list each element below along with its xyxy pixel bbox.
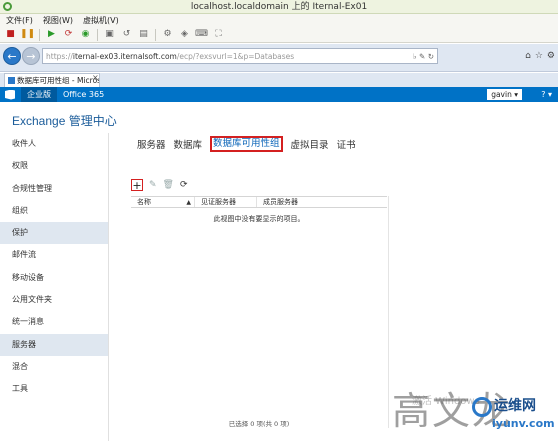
sidebar-item-servers[interactable]: 服务器 (0, 333, 108, 356)
settings-icon[interactable]: ⚙ (161, 29, 174, 41)
enterprise-link[interactable]: 企业版 (21, 87, 57, 102)
sidebar-item-protection[interactable]: 保护 (0, 222, 108, 245)
refresh-icon[interactable]: ⟳ (62, 29, 75, 41)
url-path: /ecp/?exsvurl=1&p=Databases (176, 51, 295, 61)
sidebar-item-unified-messaging[interactable]: 统一消息 (0, 311, 108, 333)
sidebar-item-recipients[interactable]: 收件人 (0, 133, 108, 155)
sidebar: 收件人 权限 合规性管理 组织 保护 邮件流 移动设备 公用文件夹 统一消息 服… (0, 133, 108, 433)
home-icon[interactable]: ⌂ (525, 51, 531, 61)
grid-toolbar: + ✎ 🗑 ⟳ (131, 179, 188, 191)
revert-icon[interactable]: ↺ (120, 29, 133, 41)
column-name[interactable]: 名称 ▲ (131, 197, 195, 207)
column-witness-server[interactable]: 见证服务器 (195, 197, 257, 207)
forward-arrow-icon[interactable]: → (22, 47, 40, 65)
url-input[interactable]: https://iternal-ex03.iternalsoft.com/ecp… (42, 48, 438, 64)
vm-toolbar: ■ ❚❚ ▶ ⟳ ◉ ▣ ↺ ▤ ⚙ ◈ ⌨ ⛶ (0, 27, 558, 43)
sort-ascending-icon: ▲ (186, 199, 191, 206)
sidebar-item-permissions[interactable]: 权限 (0, 155, 108, 177)
refresh-icon[interactable]: ⟳ (180, 180, 188, 190)
selection-status: 已选择 0 项(共 0 项) (228, 420, 290, 428)
user-menu[interactable]: gavin ▾ (487, 89, 522, 100)
url-host: iternal-ex03.iternalsoft.com (72, 51, 177, 61)
menu-vm[interactable]: 虚拟机(V) (83, 15, 119, 26)
tab-virtual-directories[interactable]: 虚拟目录 (291, 137, 329, 151)
sidebar-item-compliance[interactable]: 合规性管理 (0, 178, 108, 200)
site-logo-en: iyunv.com (492, 417, 555, 430)
tab-title: 数据库可用性组 - Microso... (17, 76, 99, 85)
tab-databases[interactable]: 数据库 (174, 137, 203, 151)
menu-file[interactable]: 文件(F) (6, 15, 33, 26)
o365-top-bar: 企业版 Office 365 gavin ▾ ? ▾ (0, 87, 558, 102)
dag-grid: 名称 ▲ 见证服务器 成员服务器 此视图中没有要显示的项目。 (131, 196, 387, 428)
sidebar-item-public-folders[interactable]: 公用文件夹 (0, 289, 108, 311)
delete-trash-icon[interactable]: 🗑 (163, 180, 174, 190)
office-logo-icon (5, 89, 15, 100)
tag-icon[interactable]: ◈ (178, 29, 191, 41)
page-title: Exchange 管理中心 (12, 114, 117, 128)
tab-dag[interactable]: 数据库可用性组 (210, 136, 283, 152)
toolbar-divider (97, 28, 98, 41)
sidebar-item-mobile[interactable]: 移动设备 (0, 267, 108, 289)
vm-window-title: localhost.localdomain 上的 Iternal-Ex01 (190, 2, 368, 12)
vm-menu-bar: 文件(F) 视图(W) 虚拟机(V) (0, 14, 558, 27)
play-icon[interactable]: ▶ (45, 29, 58, 41)
browser-address-bar: ← → https://iternal-ex03.iternalsoft.com… (0, 44, 558, 72)
stop-icon[interactable]: ■ (4, 29, 17, 41)
add-icon[interactable]: + (131, 179, 143, 191)
manage-icon[interactable]: ▤ (137, 29, 150, 41)
sidebar-divider (108, 133, 109, 441)
edit-pencil-icon[interactable]: ✎ (149, 180, 157, 190)
site-logo: 运维网 iyunv.com (470, 393, 556, 435)
record-icon[interactable]: ◉ (79, 29, 92, 41)
favorites-star-icon[interactable]: ☆ (535, 51, 543, 61)
sidebar-item-hybrid[interactable]: 混合 (0, 356, 108, 378)
grid-header: 名称 ▲ 见证服务器 成员服务器 (131, 196, 387, 208)
browser-tab-strip: 数据库可用性组 - Microso... × (0, 73, 558, 87)
grid-empty-message: 此视图中没有要显示的项目。 (213, 215, 305, 223)
pause-icon[interactable]: ❚❚ (20, 29, 35, 41)
sub-tabs: 服务器 数据库 数据库可用性组 虚拟目录 证书 (137, 136, 356, 152)
help-menu[interactable]: ? ▾ (541, 87, 552, 102)
fullscreen-icon[interactable]: ⛶ (212, 29, 225, 41)
snapshot-icon[interactable]: ▣ (103, 29, 116, 41)
tab-servers[interactable]: 服务器 (137, 137, 166, 151)
sidebar-item-organization[interactable]: 组织 (0, 200, 108, 222)
back-arrow-icon[interactable]: ← (3, 47, 21, 65)
toolbar-divider (155, 28, 156, 41)
gear-icon[interactable]: ⚙ (547, 51, 555, 61)
browser-tools: ⌂ ☆ ⚙ (525, 48, 555, 64)
site-logo-icon (472, 397, 492, 417)
column-name-label: 名称 (137, 198, 151, 206)
vm-logo-icon (3, 2, 12, 11)
sidebar-item-tools[interactable]: 工具 (0, 378, 108, 400)
menu-view[interactable]: 视图(W) (43, 15, 73, 26)
user-name: gavin (491, 90, 512, 99)
office365-link[interactable]: Office 365 (57, 90, 110, 99)
sidebar-item-mail-flow[interactable]: 邮件流 (0, 244, 108, 266)
close-tab-icon[interactable]: × (92, 73, 99, 82)
url-scheme: https:// (46, 51, 73, 61)
url-controls[interactable]: ♭ ✎ ↻ (413, 52, 437, 61)
exchange-favicon-icon (8, 77, 15, 84)
toolbar-divider (39, 28, 40, 41)
browser-tab[interactable]: 数据库可用性组 - Microso... (4, 73, 100, 87)
tab-certificates[interactable]: 证书 (337, 137, 356, 151)
vm-window-title-bar: localhost.localdomain 上的 Iternal-Ex01 (0, 0, 558, 14)
column-member-servers[interactable]: 成员服务器 (257, 197, 385, 207)
keyboard-icon[interactable]: ⌨ (195, 29, 208, 41)
site-logo-cn: 运维网 (494, 398, 536, 414)
